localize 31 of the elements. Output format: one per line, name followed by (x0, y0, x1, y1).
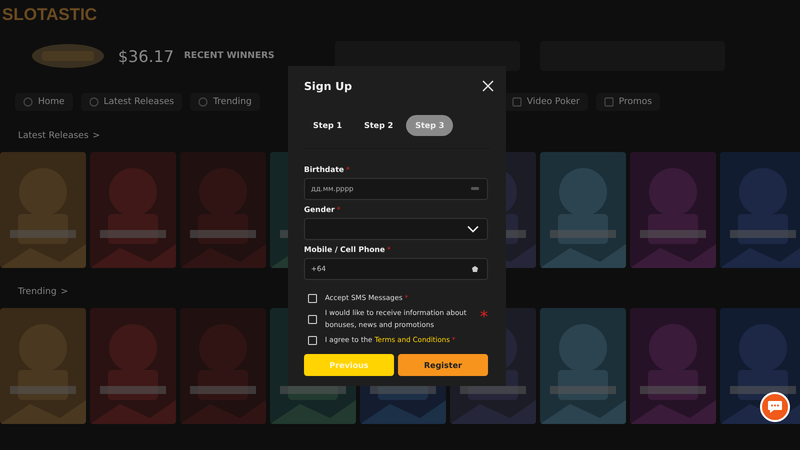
step-tab[interactable]: Step 3 (406, 114, 454, 136)
checkbox[interactable] (308, 314, 317, 324)
jackpot-amount: $36.17 (118, 46, 174, 66)
section-arrow[interactable]: > (92, 131, 100, 141)
section-title[interactable]: Latest Releases (18, 131, 89, 141)
nav-item[interactable]: Trending (190, 93, 260, 111)
section-title[interactable]: Trending (18, 287, 57, 297)
nav-icon (198, 97, 208, 107)
section-arrow[interactable]: > (60, 287, 68, 297)
close-button[interactable] (482, 80, 494, 92)
nav-item[interactable]: Video Poker (504, 93, 588, 111)
nav-item[interactable]: Promos (596, 93, 660, 111)
nav-item[interactable]: Latest Releases (80, 93, 182, 111)
flag-icon (471, 265, 479, 273)
register-button[interactable]: Register (398, 354, 488, 376)
checkbox[interactable] (308, 294, 317, 302)
close-icon (482, 80, 494, 92)
dialog-title: Sign Up (304, 80, 352, 92)
checkbox[interactable] (308, 336, 317, 344)
nav-item[interactable]: Home (15, 93, 73, 111)
nav-icon (88, 97, 99, 107)
nav-icon (604, 97, 614, 107)
chevron-down-icon (467, 226, 479, 232)
nav-icon (512, 97, 522, 107)
chat-icon (767, 400, 783, 414)
required-mark: * (480, 307, 488, 326)
recent-winners-label: RECENT WINNERS (184, 51, 275, 61)
step-tab[interactable]: Step 1 (304, 114, 352, 136)
nav-icon (23, 97, 33, 107)
calendar-icon (471, 187, 479, 191)
step-tab[interactable]: Step 2 (355, 114, 402, 136)
